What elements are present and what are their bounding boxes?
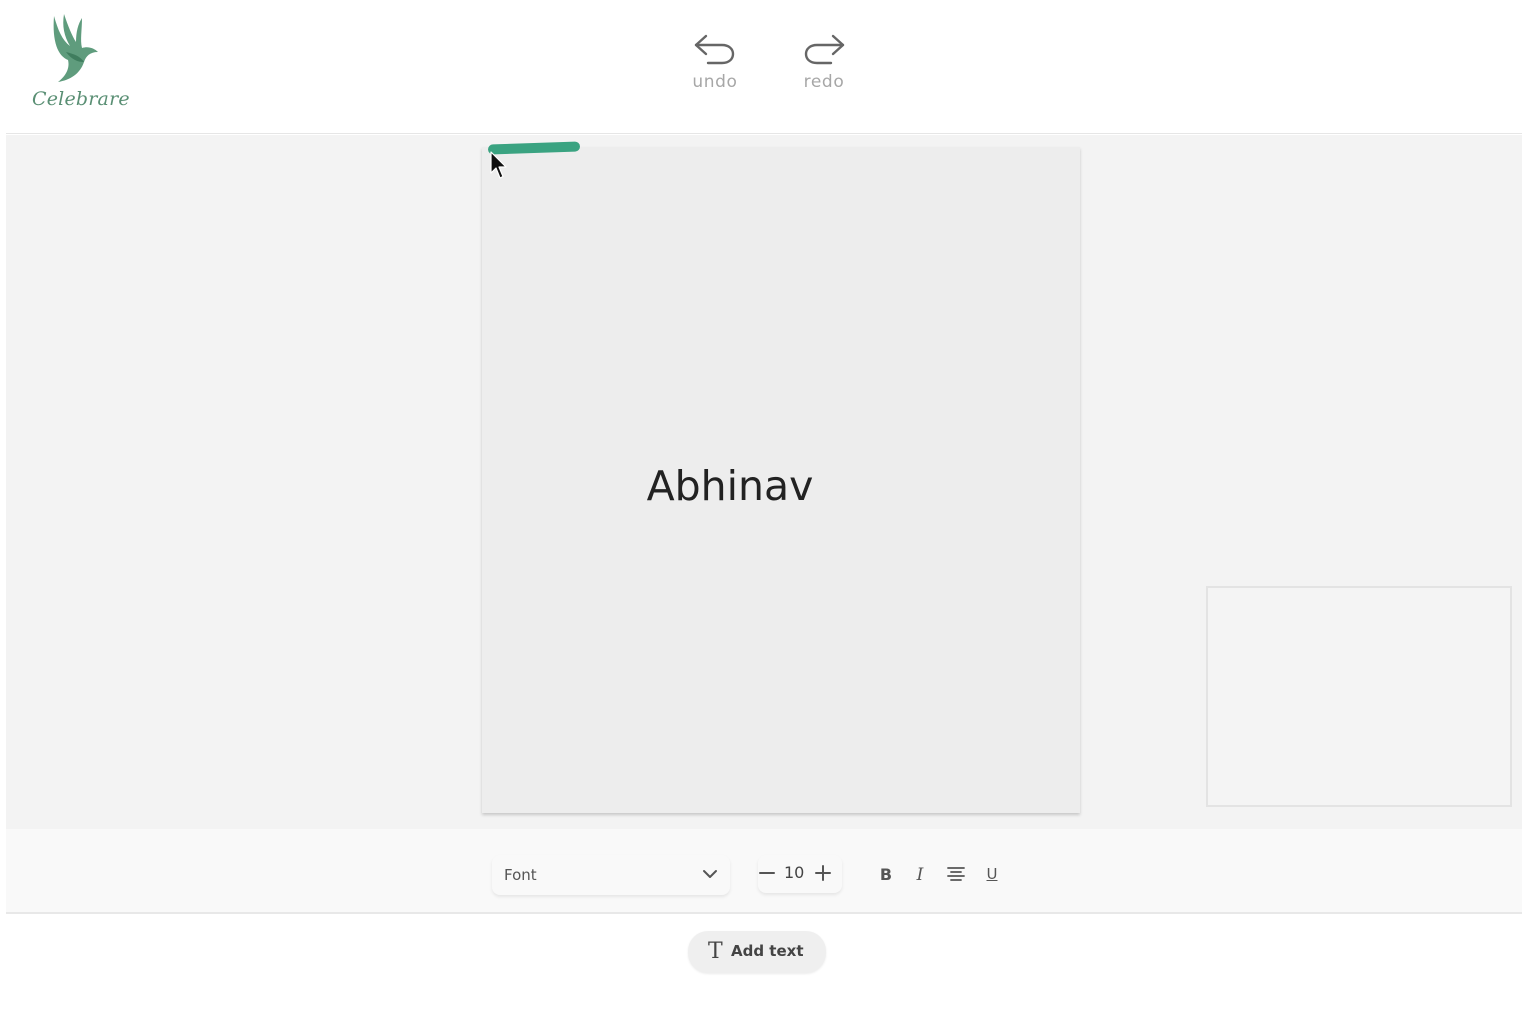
- mouse-pointer-icon: [490, 151, 507, 179]
- bold-button[interactable]: B: [875, 865, 897, 887]
- redo-label: redo: [803, 72, 845, 92]
- font-size-stepper: 10: [758, 855, 842, 893]
- add-text-label: Add text: [731, 942, 804, 960]
- design-card[interactable]: Abhinav: [482, 141, 1080, 813]
- brand-logo[interactable]: Celebrare: [30, 12, 130, 117]
- increase-size-icon[interactable]: [814, 863, 832, 883]
- page-thumbnail[interactable]: [1206, 586, 1512, 807]
- brand-name: Celebrare: [32, 88, 130, 110]
- add-text-button[interactable]: T Add text: [688, 931, 826, 973]
- top-bar: Celebrare undo redo: [6, 0, 1522, 134]
- font-family-select[interactable]: Font: [492, 855, 730, 895]
- text-tool-icon: T: [708, 939, 723, 964]
- undo-button[interactable]: undo: [675, 32, 755, 102]
- italic-button[interactable]: I: [909, 865, 931, 887]
- decrease-size-icon[interactable]: [758, 863, 776, 883]
- font-size-value[interactable]: 10: [784, 863, 804, 882]
- align-center-button[interactable]: [945, 865, 967, 887]
- align-center-icon: [947, 867, 965, 881]
- font-select-value: Font: [504, 866, 537, 884]
- redo-button[interactable]: redo: [784, 32, 864, 102]
- undo-icon: [694, 34, 735, 65]
- card-text-value: Abhinav: [646, 462, 814, 510]
- card-text-element[interactable]: Abhinav: [482, 462, 1080, 510]
- chevron-down-icon: [703, 870, 717, 878]
- underline-button[interactable]: U: [981, 865, 1003, 887]
- redo-icon: [804, 34, 845, 65]
- canvas-workspace: Abhinav: [6, 135, 1522, 829]
- undo-label: undo: [692, 72, 738, 92]
- text-format-toolbar: Font 10 B I U: [6, 829, 1522, 914]
- editor-app: Celebrare undo redo Abhinav Font 10 B I …: [6, 0, 1522, 1012]
- dove-icon: [53, 14, 98, 82]
